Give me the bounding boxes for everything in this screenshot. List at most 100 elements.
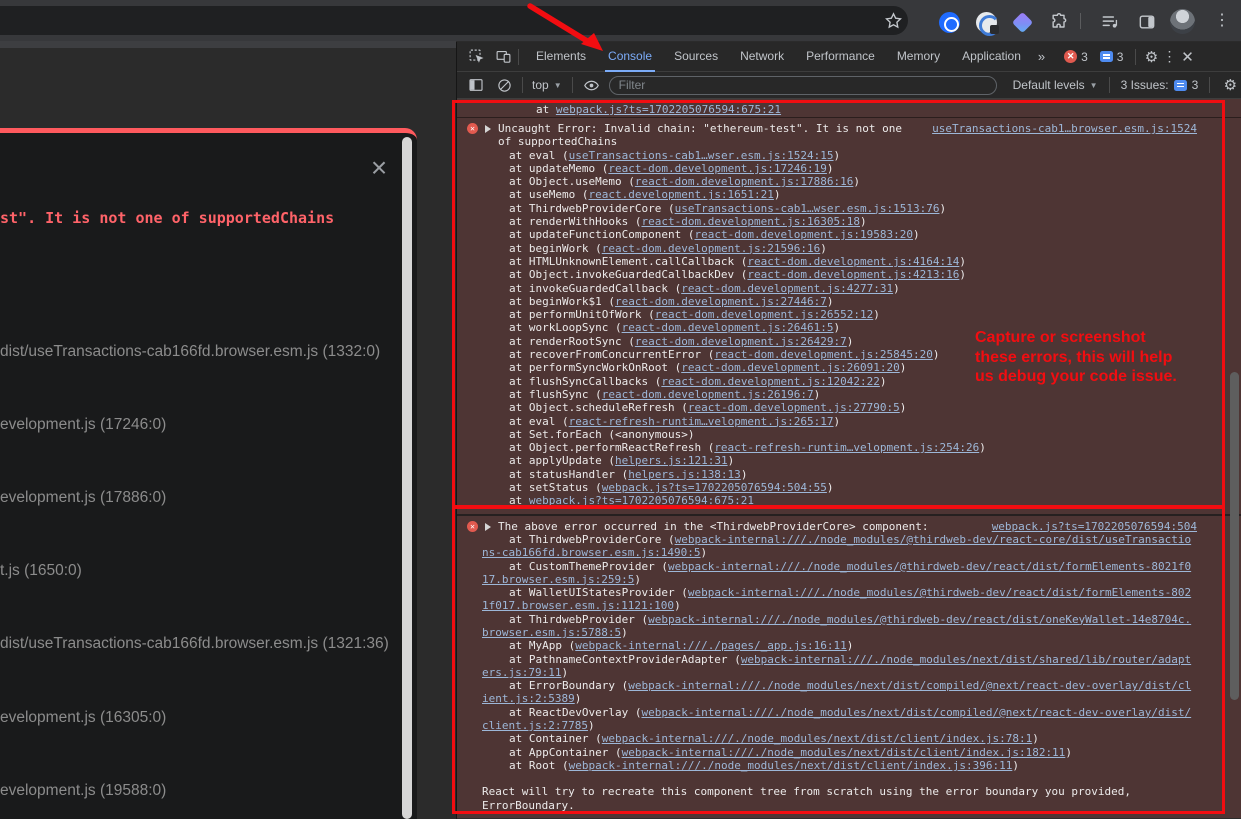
clock-extension-icon[interactable]	[974, 10, 998, 34]
source-link[interactable]: react-dom.development.js:19583:20	[694, 228, 913, 241]
source-link[interactable]: webpack-internal:///./node_modules/@thir…	[482, 586, 1191, 612]
error-count: 3	[1081, 50, 1088, 64]
issues-counter[interactable]: 3 Issues: 3	[1121, 78, 1199, 92]
console-settings-gear-icon[interactable]: ⚙	[1221, 76, 1239, 94]
side-panel-icon[interactable]	[1135, 10, 1159, 34]
source-link[interactable]: react-dom.development.js:16305:18	[641, 215, 860, 228]
source-link[interactable]: react-dom.development.js:17886:16	[635, 175, 854, 188]
diamond-extension-icon[interactable]	[1010, 10, 1034, 34]
source-link[interactable]: webpack-internal:///./node_modules/next/…	[482, 653, 1191, 679]
devtools-close-icon[interactable]: ✕	[1178, 48, 1196, 66]
source-link[interactable]: helpers.js:121:31	[615, 454, 728, 467]
expand-triangle-icon[interactable]	[485, 523, 491, 531]
tab-performance[interactable]: Performance	[795, 42, 886, 72]
error-footer-text: React will try to recreate this componen…	[457, 785, 1197, 812]
stack-frame: at PathnameContextProviderAdapter (webpa…	[482, 653, 1197, 680]
source-link[interactable]: react-dom.development.js:26196:7	[602, 388, 814, 401]
source-link[interactable]: webpack-internal:///./node_modules/next/…	[622, 746, 1066, 759]
source-link[interactable]: react-dom.development.js:21596:16	[602, 242, 821, 255]
source-link[interactable]: helpers.js:138:13	[628, 468, 741, 481]
expand-triangle-icon[interactable]	[485, 125, 491, 133]
stack-frame: at Object.invokeGuardedCallbackDev (reac…	[482, 268, 1197, 281]
console-scrollbar-thumb[interactable]	[1230, 372, 1239, 700]
overlay-stack-frame: evelopment.js (16305:0)	[0, 709, 166, 727]
source-link[interactable]: react-dom.development.js:27790:5	[688, 401, 900, 414]
error-source-link[interactable]: webpack.js?ts=1702205076594:504	[992, 520, 1197, 533]
source-link[interactable]: useTransactions-cab1…wser.esm.js:1513:76	[675, 202, 940, 215]
source-link[interactable]: react-dom.development.js:26429:7	[635, 335, 847, 348]
extensions-puzzle-icon[interactable]	[1047, 10, 1071, 34]
source-link[interactable]: webpack.js?ts=1702205076594:504:55	[602, 481, 827, 494]
source-link[interactable]: react.development.js:1651:21	[588, 188, 773, 201]
context-selector[interactable]: top ▼	[532, 78, 562, 92]
source-link[interactable]: webpack-internal:///./node_modules/next/…	[602, 732, 1032, 745]
stack-frame: at eval (useTransactions-cab1…wser.esm.j…	[482, 149, 1197, 162]
wallet-extension-icon[interactable]	[937, 10, 961, 34]
source-link[interactable]: webpack-internal:///./node_modules/next/…	[482, 679, 1191, 705]
tab-elements[interactable]: Elements	[525, 42, 597, 72]
source-link[interactable]: react-dom.development.js:26461:5	[622, 321, 834, 334]
stack-frame: at webpack.js?ts=1702205076594:675:21	[482, 494, 1197, 507]
bookmark-star-icon[interactable]	[884, 11, 903, 30]
source-link[interactable]: webpack-internal:///./node_modules/@thir…	[482, 560, 1191, 586]
source-link[interactable]: webpack.js?ts=1702205076594:675:21	[529, 494, 754, 507]
source-link[interactable]: webpack-internal:///./node_modules/@thir…	[482, 533, 1191, 559]
chevron-down-icon: ▼	[1090, 81, 1098, 90]
source-link[interactable]: webpack-internal:///./node_modules/next/…	[569, 759, 1013, 772]
source-link[interactable]: react-dom.development.js:4164:14	[747, 255, 959, 268]
tabbar-separator	[1135, 49, 1136, 65]
source-link[interactable]: react-dom.development.js:27446:7	[615, 295, 827, 308]
source-link[interactable]: webpack-internal:///./node_modules/@thir…	[482, 613, 1191, 639]
console-row-partial: at webpack.js?ts=1702205076594:675:21	[457, 99, 1241, 118]
stack-frame: at CustomThemeProvider (webpack-internal…	[482, 560, 1197, 587]
issues-label: 3 Issues:	[1121, 78, 1169, 92]
toolbar-separator	[1209, 77, 1210, 93]
error-source-link[interactable]: useTransactions-cab1…browser.esm.js:1524	[932, 122, 1197, 135]
source-link[interactable]: react-refresh-runtim…velopment.js:254:26	[714, 441, 979, 454]
source-link[interactable]: react-dom.development.js:12042:22	[661, 375, 880, 388]
inspect-element-icon[interactable]	[467, 48, 485, 66]
log-levels-selector[interactable]: Default levels ▼	[1013, 78, 1098, 92]
source-link[interactable]: react-dom.development.js:4213:16	[747, 268, 959, 281]
live-expression-eye-icon[interactable]	[583, 76, 601, 94]
stack-frame: at flushSync (react-dom.development.js:2…	[482, 388, 1197, 401]
console-sidebar-icon[interactable]	[467, 76, 485, 94]
media-controls-icon[interactable]	[1098, 10, 1122, 34]
source-link[interactable]: webpack-internal:///./node_modules/next/…	[482, 706, 1191, 732]
stack-trace: at ThirdwebProviderCore (webpack-interna…	[457, 533, 1197, 772]
console-error-badge[interactable]: ✕ 3	[1064, 50, 1088, 64]
source-link[interactable]: useTransactions-cab1…wser.esm.js:1524:15	[569, 149, 834, 162]
clear-console-icon[interactable]	[495, 76, 513, 94]
more-tabs-icon[interactable]: »	[1032, 49, 1050, 64]
source-link[interactable]: react-dom.development.js:25845:20	[714, 348, 933, 361]
source-link[interactable]: react-dom.development.js:26091:20	[681, 361, 900, 374]
console-filter-input[interactable]	[609, 76, 997, 95]
source-link[interactable]: webpack-internal:///./pages/_app.js:16:1…	[575, 639, 847, 652]
address-bar[interactable]	[0, 6, 908, 35]
tab-console[interactable]: Console	[597, 42, 663, 72]
device-toolbar-icon[interactable]	[494, 48, 512, 66]
message-bubble-icon	[1100, 51, 1113, 62]
tab-sources[interactable]: Sources	[663, 42, 729, 72]
browser-menu-kebab-icon[interactable]: ⋮	[1214, 10, 1228, 32]
console-message-badge[interactable]: 3	[1100, 50, 1124, 64]
source-link[interactable]: react-dom.development.js:26552:12	[655, 308, 874, 321]
devtools-menu-kebab-icon[interactable]: ⋮	[1160, 48, 1178, 66]
source-link[interactable]: react-dom.development.js:17246:19	[608, 162, 827, 175]
profile-avatar[interactable]	[1170, 9, 1195, 34]
tab-memory[interactable]: Memory	[886, 42, 951, 72]
tab-application[interactable]: Application	[951, 42, 1032, 72]
overlay-close-icon[interactable]: ×	[367, 157, 391, 181]
console-error-entry: ✕ The above error occurred in the <Third…	[457, 514, 1241, 818]
bookmarks-strip	[0, 41, 456, 48]
stack-frame: at Object.useMemo (react-dom.development…	[482, 175, 1197, 188]
overlay-scrollbar[interactable]	[402, 137, 412, 819]
tab-network[interactable]: Network	[729, 42, 795, 72]
devtools-settings-gear-icon[interactable]: ⚙	[1142, 48, 1160, 66]
source-link[interactable]: react-refresh-runtim…velopment.js:265:17	[569, 415, 834, 428]
console-toolbar: top ▼ Default levels ▼ 3 Issues: 3 ⚙	[457, 72, 1241, 99]
stack-frame: at ThirdwebProviderCore (webpack-interna…	[482, 533, 1197, 560]
stack-frame: at setStatus (webpack.js?ts=170220507659…	[482, 481, 1197, 494]
source-link[interactable]: webpack.js?ts=1702205076594:675:21	[556, 103, 781, 116]
source-link[interactable]: react-dom.development.js:4277:31	[681, 282, 893, 295]
